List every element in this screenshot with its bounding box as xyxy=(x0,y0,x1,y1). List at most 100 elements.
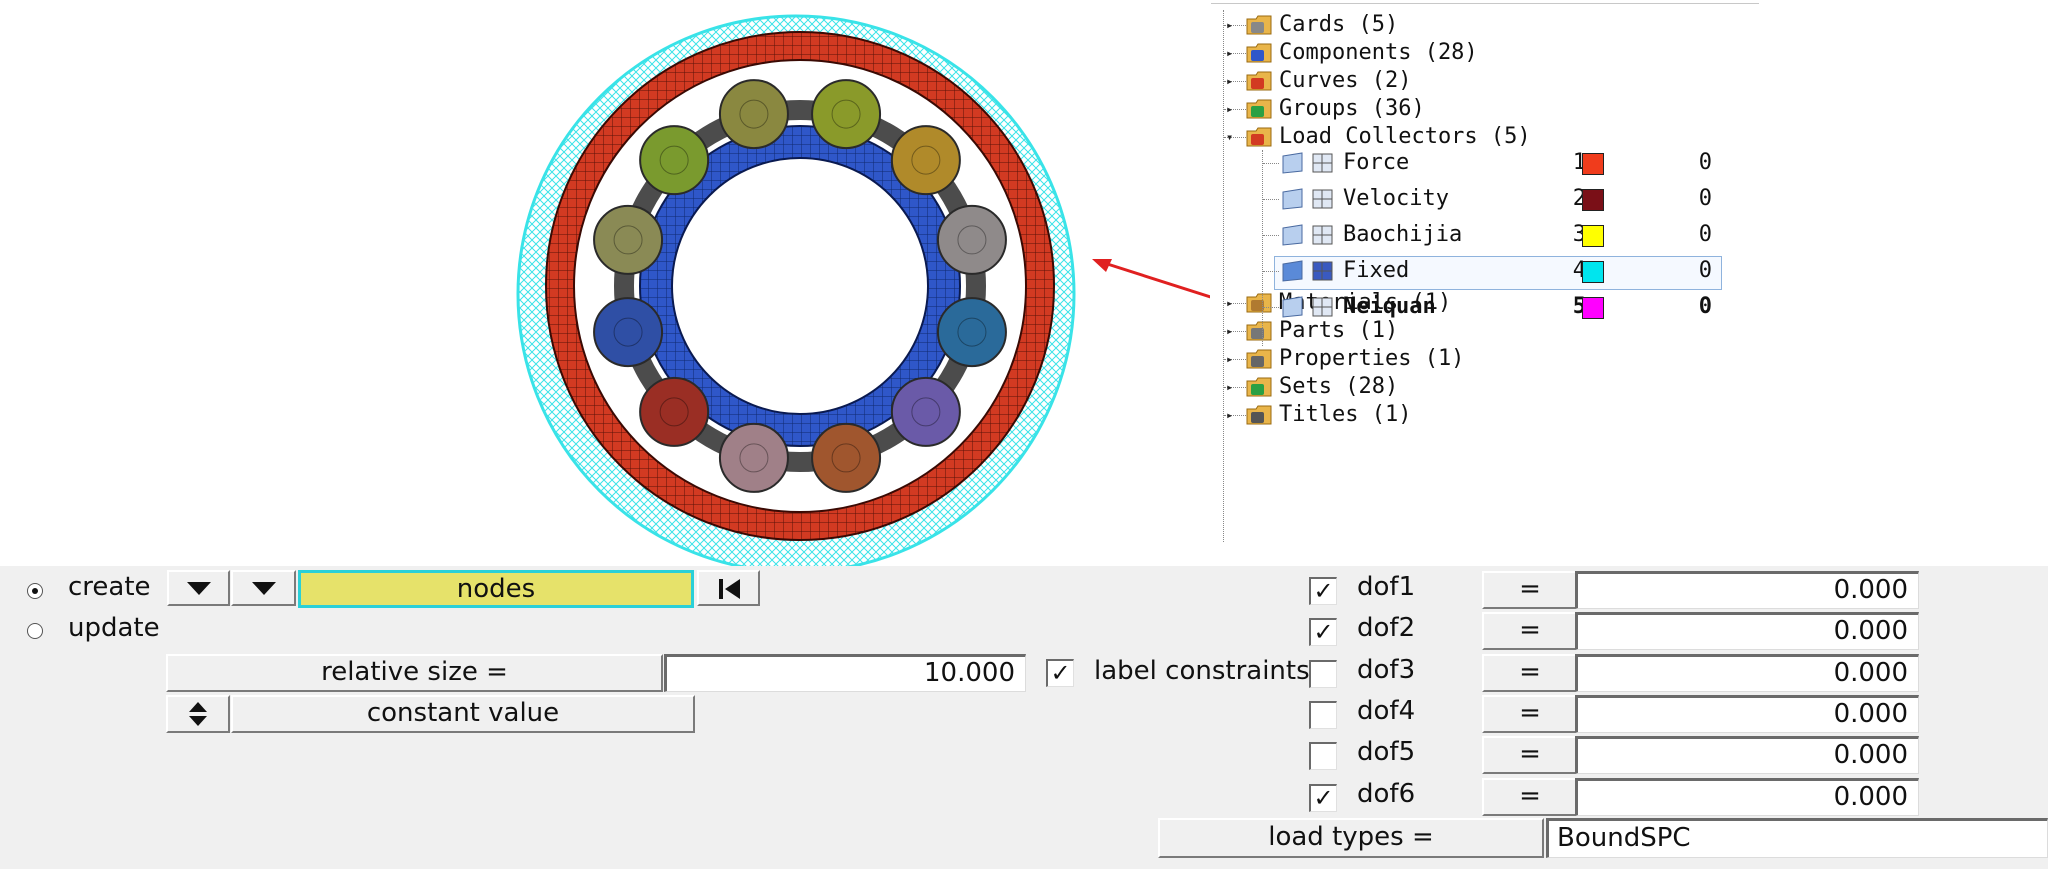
graphics-viewport[interactable] xyxy=(0,0,1271,574)
dof1-label: dof1 xyxy=(1357,572,1416,602)
dof4-equals-button[interactable]: = xyxy=(1482,694,1578,733)
check-mark-icon: ✓ xyxy=(1050,659,1071,687)
dof6-label: dof6 xyxy=(1357,778,1416,809)
selection-mode-dropdown-button[interactable] xyxy=(231,570,296,606)
load-collector-name: Neiquan xyxy=(1343,294,1436,319)
load-collector-value: 0 xyxy=(1698,150,1712,175)
dof2-equals-button[interactable]: = xyxy=(1482,612,1578,651)
load-collector-icon xyxy=(1280,222,1306,248)
color-swatch[interactable] xyxy=(1582,153,1604,175)
dof3-value-field[interactable]: 0.000 xyxy=(1575,653,1919,692)
load-collector-neiquan[interactable]: Neiquan 5 0 xyxy=(1210,291,1758,323)
load-collector-value: 0 xyxy=(1698,222,1712,247)
load-types-label: load types = xyxy=(1268,822,1434,852)
titles-folder-icon xyxy=(1246,402,1272,428)
dof5-checkbox[interactable] xyxy=(1309,742,1337,771)
rolling-ball[interactable] xyxy=(936,204,1007,275)
equals-label: = xyxy=(1519,739,1541,770)
value-type-toggle-button[interactable] xyxy=(166,695,230,733)
dof6-value: 0.000 xyxy=(1833,781,1908,812)
expand-toggle-icon[interactable]: ▸ xyxy=(1226,399,1233,431)
load-types-field[interactable]: BoundSPC xyxy=(1546,818,2048,858)
tree-item-label: Titles (1) xyxy=(1279,402,1412,427)
tree-branch-line xyxy=(1263,307,1279,308)
tree-item-titles[interactable]: ▸ Titles (1) xyxy=(1210,399,1758,431)
rolling-ball[interactable] xyxy=(718,79,789,150)
inner-race-bore[interactable] xyxy=(671,157,929,415)
rolling-ball[interactable] xyxy=(639,125,710,196)
equals-label: = xyxy=(1519,574,1541,604)
skip-to-start-icon xyxy=(718,579,740,599)
check-mark-icon: ✓ xyxy=(1313,577,1334,605)
rolling-ball[interactable] xyxy=(811,422,882,493)
components-folder-icon xyxy=(1246,40,1272,66)
color-swatch[interactable] xyxy=(1582,261,1604,283)
load-collector-fixed[interactable]: Fixed 4 0 xyxy=(1210,255,1758,287)
dof3-equals-button[interactable]: = xyxy=(1482,653,1578,692)
reset-selection-button[interactable] xyxy=(697,570,760,606)
load-collector-baochijia[interactable]: Baochijia 3 0 xyxy=(1210,219,1758,251)
dof5-value-field[interactable]: 0.000 xyxy=(1575,736,1919,775)
rolling-ball[interactable] xyxy=(639,376,710,447)
equals-label: = xyxy=(1519,615,1541,646)
nodes-selector[interactable]: nodes xyxy=(298,570,694,608)
rolling-ball[interactable] xyxy=(936,297,1007,368)
dof1-checkbox[interactable]: ✓ xyxy=(1309,577,1337,605)
dof1-value-field[interactable]: 0.000 xyxy=(1575,571,1919,609)
dof6-checkbox[interactable]: ✓ xyxy=(1309,783,1337,812)
equals-label: = xyxy=(1519,780,1541,811)
dof3-value: 0.000 xyxy=(1833,657,1908,688)
grid-icon xyxy=(1310,186,1336,212)
constant-value-button[interactable]: constant value xyxy=(231,695,695,733)
dof2-label: dof2 xyxy=(1357,613,1416,644)
load-collector-icon xyxy=(1280,150,1306,176)
dof1-equals-button[interactable]: = xyxy=(1482,571,1578,609)
tree-branch-line xyxy=(1263,271,1279,272)
load-collector-name: Force xyxy=(1343,150,1410,175)
dof1-value: 0.000 xyxy=(1833,575,1908,605)
relative-size-button[interactable]: relative size = xyxy=(166,654,663,692)
tree-branch-line xyxy=(1263,163,1279,164)
dof2-checkbox[interactable]: ✓ xyxy=(1309,618,1337,647)
model-browser-tree: ▸ Cards (5) ▸ Components (28) ▸ Curves (2) ▸ Gr… xyxy=(1210,0,2048,566)
bearing-model[interactable] xyxy=(0,0,1271,574)
load-collector-force[interactable]: Force 1 0 xyxy=(1210,147,1758,179)
relative-size-field[interactable]: 10.000 xyxy=(664,654,1026,692)
create-label: create xyxy=(68,572,151,602)
dof3-checkbox[interactable] xyxy=(1309,659,1337,688)
rolling-ball[interactable] xyxy=(811,79,882,150)
entity-type-dropdown-button[interactable] xyxy=(167,570,230,606)
triangle-down-icon xyxy=(186,582,211,595)
dof6-value-field[interactable]: 0.000 xyxy=(1575,777,1919,816)
tree-top-border xyxy=(1211,3,1759,4)
tree-branch-line xyxy=(1263,199,1279,200)
load-collector-value: 0 xyxy=(1698,186,1712,211)
update-radio[interactable] xyxy=(27,623,43,639)
relative-size-label: relative size = xyxy=(321,657,508,687)
rolling-ball[interactable] xyxy=(890,125,961,196)
grid-icon xyxy=(1310,150,1336,176)
nodes-selector-label: nodes xyxy=(456,574,536,604)
dof2-value-field[interactable]: 0.000 xyxy=(1575,612,1919,651)
dof6-equals-button[interactable]: = xyxy=(1482,777,1578,816)
color-swatch[interactable] xyxy=(1582,297,1604,319)
rolling-ball[interactable] xyxy=(593,204,664,275)
load-collector-icon xyxy=(1280,258,1306,284)
color-swatch[interactable] xyxy=(1582,225,1604,247)
sets-folder-icon xyxy=(1246,374,1272,400)
load-collector-velocity[interactable]: Velocity 2 0 xyxy=(1210,183,1758,215)
dof5-equals-button[interactable]: = xyxy=(1482,736,1578,775)
dof4-checkbox[interactable] xyxy=(1309,700,1337,729)
rolling-ball[interactable] xyxy=(890,376,961,447)
update-label: update xyxy=(68,613,160,643)
color-swatch[interactable] xyxy=(1582,189,1604,211)
dof4-value-field[interactable]: 0.000 xyxy=(1575,694,1919,733)
create-radio[interactable] xyxy=(27,583,43,599)
load-types-button[interactable]: load types = xyxy=(1158,818,1544,858)
pointer-arrow-head xyxy=(1092,259,1112,272)
rolling-ball[interactable] xyxy=(593,297,664,368)
dof5-label: dof5 xyxy=(1357,737,1416,768)
label-constraints-checkbox[interactable]: ✓ xyxy=(1046,659,1074,687)
rolling-ball[interactable] xyxy=(718,422,789,493)
label-constraints-label: label constraints xyxy=(1094,656,1310,686)
